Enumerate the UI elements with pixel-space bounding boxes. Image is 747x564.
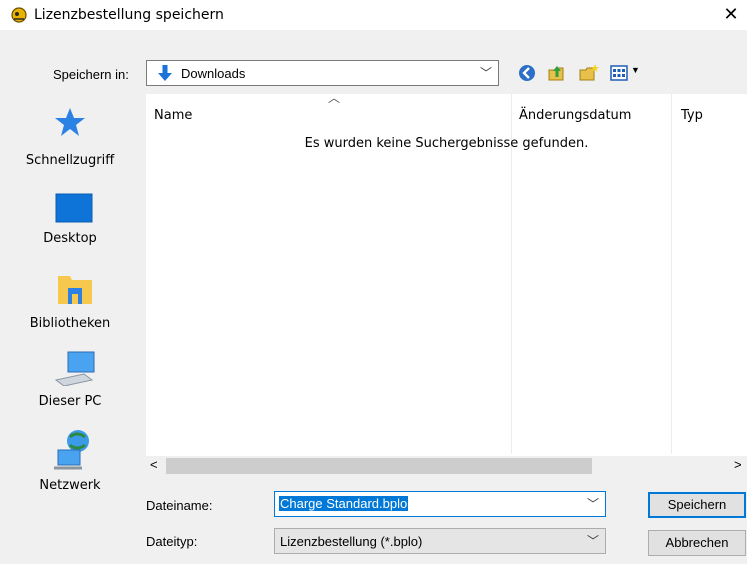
save-button[interactable]: Speichern [648, 492, 746, 518]
scrollbar-thumb[interactable] [166, 458, 592, 474]
computer-icon [54, 351, 95, 386]
app-icon [11, 7, 27, 23]
column-header-type[interactable]: Typ [681, 108, 703, 123]
up-folder-icon[interactable] [546, 62, 568, 84]
chevron-down-icon[interactable]: ﹀ [587, 495, 599, 512]
sort-indicator-icon: ︿ [328, 91, 341, 105]
place-label: Netzwerk [39, 478, 101, 493]
place-label: Schnellzugriff [25, 153, 115, 168]
desktop-icon [55, 193, 93, 223]
horizontal-scrollbar[interactable]: < > [146, 456, 747, 476]
chevron-down-icon: ﹀ [479, 66, 492, 80]
scroll-left-icon[interactable]: < [150, 457, 158, 472]
title-bar: Lizenzbestellung speichern ✕ [0, 0, 747, 30]
close-icon[interactable]: ✕ [716, 2, 746, 28]
filetype-value: Lizenzbestellung (*.bplo) [280, 534, 423, 549]
filename-value: Charge Standard.bplo [279, 496, 409, 511]
column-header-date[interactable]: Änderungsdatum [519, 108, 631, 123]
cancel-button[interactable]: Abbrechen [648, 530, 746, 556]
star-icon [55, 108, 85, 136]
save-in-label: Speichern in: [53, 67, 129, 82]
back-icon[interactable] [516, 62, 538, 84]
window-title: Lizenzbestellung speichern [34, 7, 224, 23]
download-arrow-icon [158, 65, 172, 81]
save-in-dropdown[interactable]: Downloads ﹀ [146, 60, 499, 86]
view-menu-icon[interactable]: ▼ [610, 62, 642, 84]
save-in-value: Downloads [181, 66, 246, 81]
column-header-name[interactable]: Name [154, 108, 192, 123]
filetype-label: Dateityp: [146, 534, 198, 549]
place-label: Desktop [43, 231, 97, 246]
filename-input[interactable]: Charge Standard.bplo ﹀ [274, 491, 606, 517]
network-icon [54, 430, 89, 470]
library-icon [58, 276, 92, 304]
filename-label: Dateiname: [146, 498, 213, 513]
chevron-down-icon: ﹀ [586, 534, 599, 548]
place-label: Bibliotheken [29, 316, 111, 331]
places-bar: Schnellzugriff Desktop Bibliotheken Dies… [0, 94, 144, 538]
empty-message: Es wurden keine Suchergebnisse gefunden. [304, 136, 589, 151]
place-label: Dieser PC [38, 394, 102, 409]
new-folder-icon[interactable] [578, 62, 600, 84]
file-list[interactable]: ︿ Name Änderungsdatum Typ Es wurden kein… [146, 91, 747, 476]
scroll-right-icon[interactable]: > [734, 457, 742, 472]
filetype-dropdown[interactable]: Lizenzbestellung (*.bplo) ﹀ [274, 528, 606, 554]
